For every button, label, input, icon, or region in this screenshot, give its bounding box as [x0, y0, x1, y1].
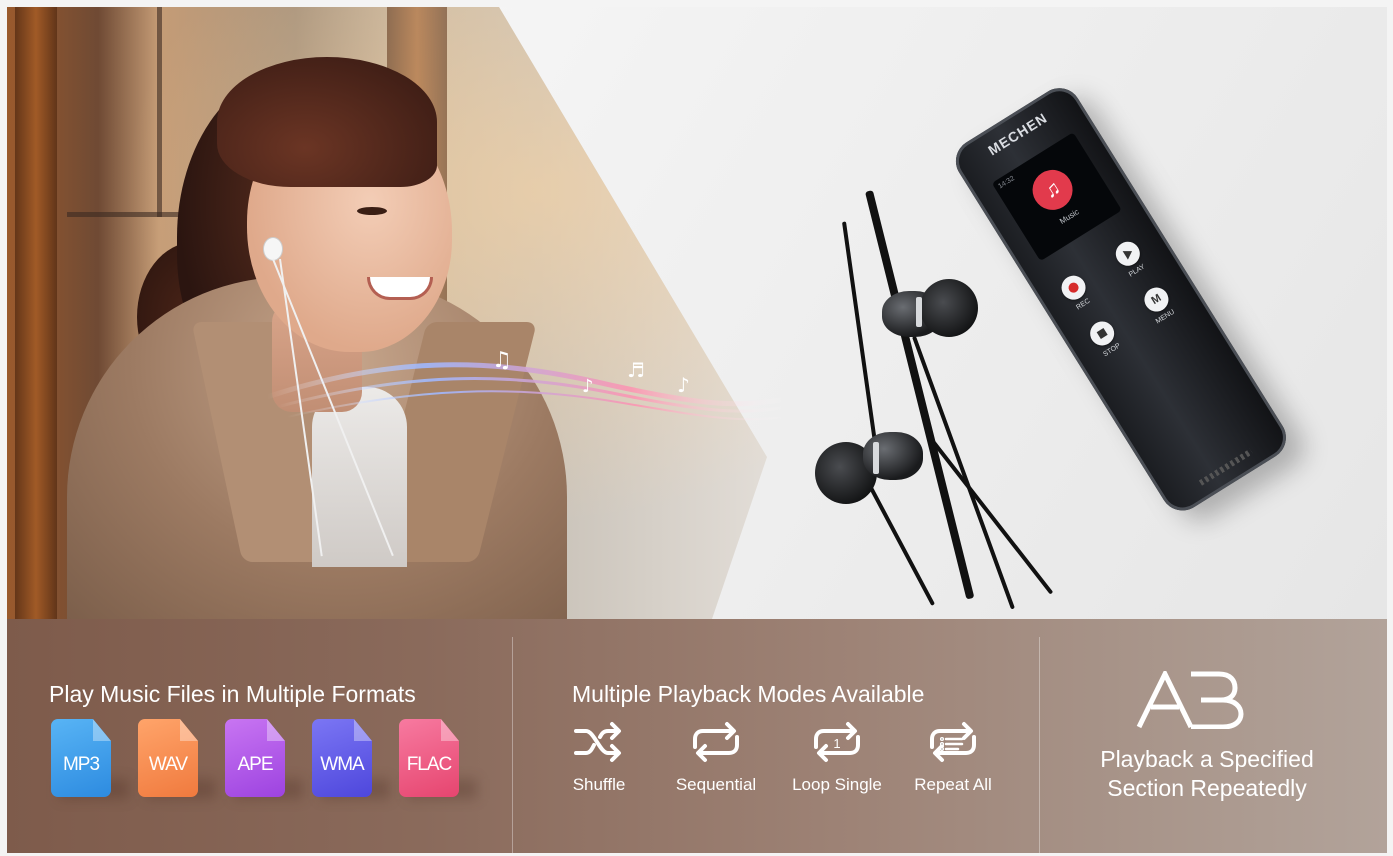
- speaker-grill: [1198, 448, 1253, 486]
- file-fold: [441, 719, 459, 741]
- format-mp3-icon: MP3: [51, 719, 129, 799]
- loop-single-icon: 1: [814, 722, 860, 762]
- file-fold: [180, 719, 198, 741]
- formats-title: Play Music Files in Multiple Formats: [49, 681, 416, 707]
- file-icon: WMA: [312, 719, 372, 797]
- ab-repeat-description: Playback a Specified Section Repeatedly: [1052, 745, 1362, 803]
- mode-label: Loop Single: [792, 775, 882, 794]
- hero-image: ♫ ♪ ♬ ♪ MECHEN 14:32 ♫ Music REC PLAY ST…: [7, 7, 1387, 619]
- format-label: WMA: [320, 754, 364, 775]
- format-wma-icon: WMA: [312, 719, 390, 799]
- mode-label: Shuffle: [572, 775, 626, 794]
- ab-line-1: Playback a Specified: [1100, 746, 1314, 772]
- mode-loop-single: 1 Loop Single: [777, 719, 897, 795]
- mode-label: Sequential: [675, 775, 757, 794]
- file-fold: [93, 719, 111, 741]
- music-note-icon: ♫: [492, 348, 512, 373]
- features-band: Play Music Files in Multiple Formats MP3…: [7, 619, 1387, 853]
- file-icon: FLAC: [399, 719, 459, 797]
- earphone-cable: [842, 221, 878, 450]
- ab-repeat-icon: AB: [1135, 671, 1244, 729]
- mode-repeat-all: Repeat All: [893, 719, 1013, 795]
- file-icon: APE: [225, 719, 285, 797]
- shuffle-icon: [574, 722, 621, 762]
- modes-panel: Multiple Playback Modes Available Shuffl…: [513, 619, 1039, 853]
- eye: [357, 207, 387, 215]
- voice-recorder-device: MECHEN 14:32 ♫ Music REC PLAY STOP M MEN…: [947, 79, 1295, 519]
- earphone-cable: [865, 190, 975, 600]
- svg-text:1: 1: [833, 736, 840, 751]
- file-icon: MP3: [51, 719, 111, 797]
- mode-label: Repeat All: [914, 775, 992, 794]
- product-banner: ♫ ♪ ♬ ♪ MECHEN 14:32 ♫ Music REC PLAY ST…: [7, 7, 1387, 853]
- ab-line-2: Section Repeatedly: [1107, 775, 1307, 801]
- hair-front: [217, 57, 437, 187]
- file-fold: [354, 719, 372, 741]
- mode-shuffle: Shuffle: [539, 719, 659, 795]
- window-pillar: [15, 7, 57, 619]
- sequential-icon: [693, 722, 739, 762]
- sound-wave-graphic: ♫ ♪ ♬ ♪: [267, 348, 787, 421]
- rec-label: REC: [1075, 297, 1092, 312]
- format-ape-icon: APE: [225, 719, 303, 799]
- file-fold: [267, 719, 285, 741]
- formats-panel: Play Music Files in Multiple Formats MP3…: [7, 619, 512, 853]
- music-note-icon: ♬: [627, 358, 645, 382]
- woman-listening: [67, 47, 587, 619]
- format-label: APE: [237, 754, 273, 775]
- format-label: FLAC: [406, 754, 453, 775]
- menu-glyph: M: [1149, 292, 1164, 308]
- ab-repeat-panel: AB Playback a Specified Section Repeated…: [1040, 619, 1387, 853]
- format-flac-icon: FLAC: [399, 719, 477, 799]
- white-earbud: [263, 237, 283, 261]
- format-wav-icon: WAV: [138, 719, 216, 799]
- format-label: WAV: [148, 754, 188, 775]
- format-label: MP3: [62, 754, 100, 775]
- repeat-all-icon: [930, 722, 976, 762]
- file-icon: WAV: [138, 719, 198, 797]
- ab-logo-text: AB: [1135, 671, 1137, 672]
- music-note-icon: ♪: [582, 376, 594, 397]
- lifestyle-photo: [7, 7, 767, 619]
- music-note-icon: ♪: [677, 373, 690, 397]
- modes-title: Multiple Playback Modes Available: [572, 681, 925, 707]
- mode-sequential: Sequential: [656, 719, 776, 795]
